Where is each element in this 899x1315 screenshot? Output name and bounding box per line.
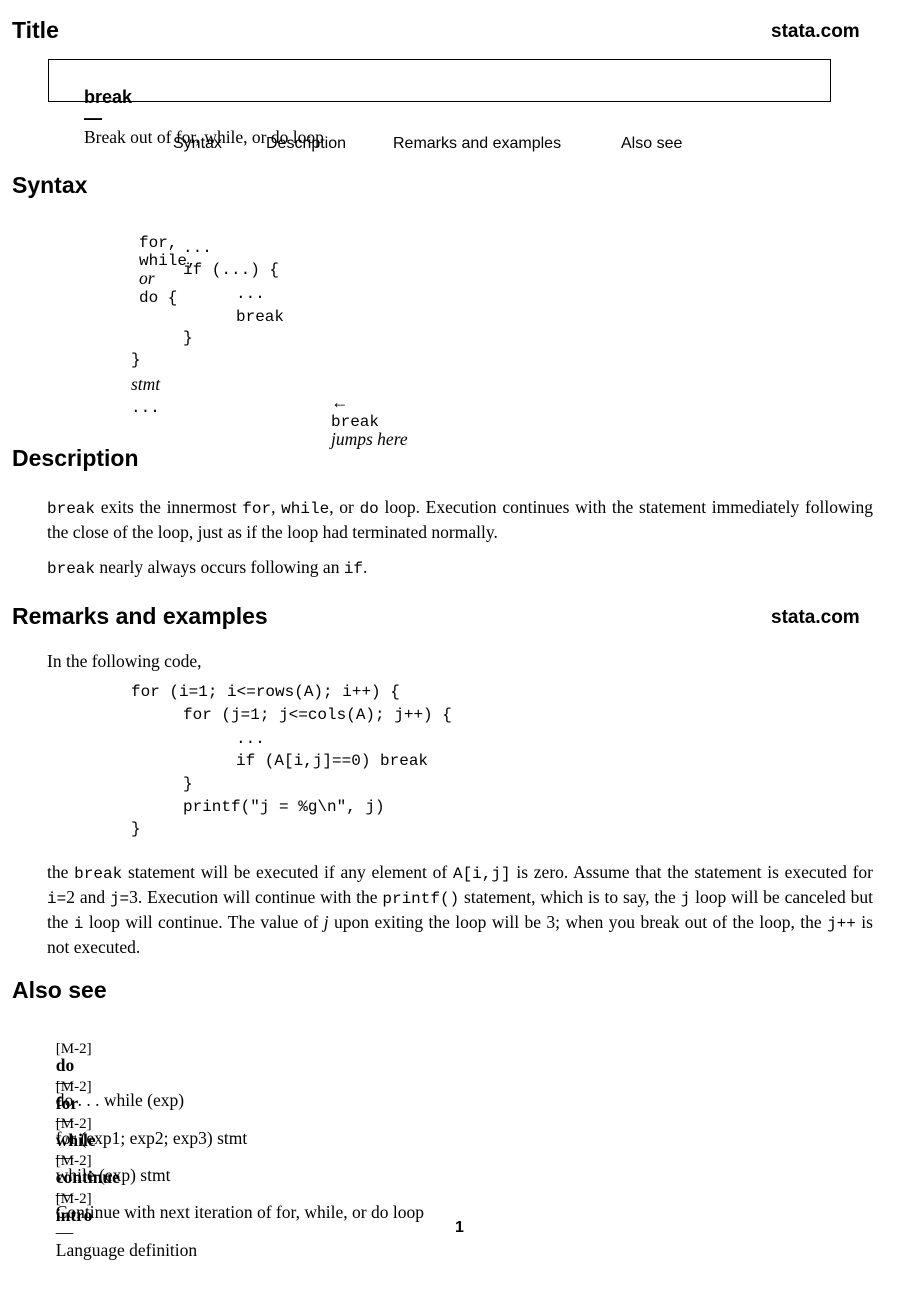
description-heading: Description xyxy=(12,445,139,471)
syntax-line-6: } xyxy=(183,329,193,347)
syntax-line-5: break xyxy=(236,308,285,326)
stata-link[interactable]: stata.com xyxy=(771,22,860,41)
code-line: printf("j = %g\n", j) xyxy=(183,798,385,816)
syntax-line-3: if (...) { xyxy=(183,261,280,279)
command-name: break xyxy=(84,87,133,107)
syntax-heading: Syntax xyxy=(12,172,88,198)
syntax-line-2: ... xyxy=(183,239,212,257)
remarks-intro: In the following code, xyxy=(47,651,202,671)
syntax-line-4: ... xyxy=(236,285,265,303)
description-paragraph-2: break nearly always occurs following an … xyxy=(47,557,368,578)
left-arrow-icon: ← xyxy=(331,392,349,412)
ref-desc: Language definition xyxy=(55,1239,198,1260)
arrow-text: jumps here xyxy=(331,429,408,449)
syntax-line-last: ... xyxy=(131,399,160,417)
page-number: 1 xyxy=(455,1219,464,1236)
nav-link-also-see[interactable]: Also see xyxy=(621,136,682,152)
remarks-paragraph: the break statement will be executed if … xyxy=(47,862,873,957)
syntax-stmt: stmt xyxy=(131,374,161,394)
code-line: for (j=1; j<=cols(A); j++) { xyxy=(183,706,452,724)
nav-link-description[interactable]: Description xyxy=(266,136,346,152)
also-see-item-intro[interactable]: [M-2] intro — Language definition xyxy=(47,1171,197,1259)
code-do: do { xyxy=(139,289,178,307)
code-line: ... xyxy=(236,730,265,748)
nav-link-syntax[interactable]: Syntax xyxy=(173,136,222,152)
title-dash: — xyxy=(84,108,102,128)
code-line: } xyxy=(183,775,193,793)
stata-link-remarks[interactable]: stata.com xyxy=(771,608,860,627)
code-line: if (A[i,j]==0) break xyxy=(236,752,429,770)
description-paragraph-1: break exits the innermost for, while, or… xyxy=(47,497,873,542)
syntax-line-7: } xyxy=(131,351,141,369)
code-for: for, xyxy=(139,234,178,252)
code-or: or xyxy=(139,268,155,288)
also-see-heading: Also see xyxy=(12,977,107,1003)
page-header-title: Title xyxy=(12,17,59,43)
code-line: for (i=1; i<=rows(A); i++) { xyxy=(131,683,400,701)
code-line: } xyxy=(131,820,141,838)
syntax-arrow-note: ← break jumps here xyxy=(323,376,408,450)
nav-link-remarks[interactable]: Remarks and examples xyxy=(393,136,561,152)
remarks-heading: Remarks and examples xyxy=(12,603,268,629)
